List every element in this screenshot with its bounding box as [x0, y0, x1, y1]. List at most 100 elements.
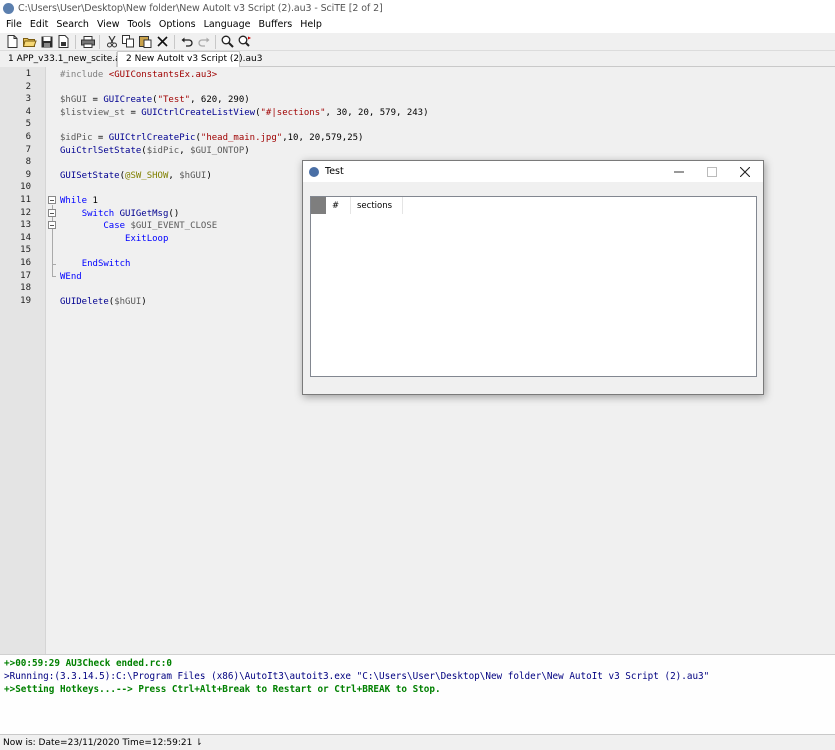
code-line[interactable]: Switch GUIGetMsg() [60, 208, 180, 221]
code-token: $hGUI [179, 170, 207, 181]
code-line[interactable]: GUIDelete($hGUI) [60, 296, 147, 309]
code-token: , 620, 290) [190, 95, 250, 106]
menu-tools[interactable]: Tools [124, 19, 155, 30]
status-bar: Now is: Date=23/11/2020 Time=12:59:21 ⇂ [0, 734, 835, 750]
print-icon[interactable] [79, 34, 96, 50]
column-header-number[interactable]: # [326, 197, 351, 214]
save-icon[interactable] [38, 34, 55, 50]
menu-help[interactable]: Help [296, 19, 326, 30]
delete-icon[interactable] [154, 34, 171, 50]
menu-buffers[interactable]: Buffers [254, 19, 296, 30]
code-token: GUIDelete [60, 296, 109, 307]
code-token: WEnd [60, 271, 82, 282]
toolbar-separator [174, 34, 175, 49]
cut-icon[interactable] [103, 34, 120, 50]
code-line[interactable]: ExitLoop [60, 233, 168, 246]
code-token: () [168, 208, 180, 219]
menu-options[interactable]: Options [155, 19, 200, 30]
tab-new-autoit-script[interactable]: 2 New AutoIt v3 Script (2).au3 [117, 51, 262, 68]
redo-icon[interactable] [195, 34, 212, 50]
maximize-button[interactable] [696, 161, 728, 182]
menu-view[interactable]: View [93, 19, 124, 30]
code-token: GUISetState [60, 170, 120, 181]
menu-file[interactable]: File [2, 19, 26, 30]
paste-icon[interactable] [137, 34, 154, 50]
fold-toggle-while[interactable] [48, 196, 56, 204]
code-line[interactable]: WEnd [60, 271, 82, 284]
code-token: "Test" [157, 95, 191, 106]
toolbar-separator [99, 34, 100, 49]
undo-icon[interactable] [178, 34, 195, 50]
code-token: GuiCtrlSetState [60, 145, 142, 156]
save-as-icon[interactable] [55, 34, 72, 50]
code-line[interactable]: GuiCtrlSetState($idPic, $GUI_ONTOP) [60, 145, 250, 158]
line-number: 15 [20, 245, 31, 256]
menu-edit[interactable]: Edit [26, 19, 52, 30]
code-token: EndSwitch [81, 259, 131, 269]
output-line: +>00:59:29 AU3Check ended.rc:0 [4, 658, 172, 669]
line-number: 2 [25, 81, 31, 92]
test-gui-window[interactable]: Test # sections [302, 160, 764, 395]
fold-end-switch [52, 264, 56, 265]
line-number: 14 [20, 232, 31, 243]
minimize-button[interactable] [663, 161, 695, 182]
line-number: 6 [25, 132, 31, 142]
menu-search[interactable]: Search [52, 19, 93, 30]
line-number: 3 [25, 94, 31, 105]
code-token: Switch [81, 208, 115, 219]
line-number: 9 [25, 169, 31, 180]
new-file-icon[interactable] [4, 34, 21, 50]
code-token: $hGUI [114, 296, 142, 307]
code-token: , [179, 145, 191, 156]
find-icon[interactable] [219, 34, 236, 50]
line-number: 18 [20, 283, 31, 294]
code-token: $hGUI [60, 95, 88, 106]
line-number: 4 [25, 106, 31, 117]
code-token: "head_main.jpg" [200, 133, 283, 143]
code-token: $idPic [60, 133, 93, 143]
code-line[interactable]: EndSwitch [60, 258, 131, 271]
line-number: 11 [20, 195, 31, 205]
code-token: ) [244, 145, 250, 156]
code-line[interactable]: Case $GUI_EVENT_CLOSE [60, 220, 217, 233]
status-text: Now is: Date=23/11/2020 Time=12:59:21 ⇂ [3, 737, 203, 748]
code-token: ,10, 20,579,25) [282, 133, 364, 143]
fold-end-wend [52, 276, 56, 277]
head-main-picture [311, 197, 326, 214]
scite-app-icon [3, 2, 14, 14]
title-bar: C:\Users\User\Desktop\New folder\New Aut… [0, 0, 835, 16]
menu-language[interactable]: Language [200, 19, 255, 30]
code-token: = [92, 133, 109, 143]
sections-listview[interactable]: # sections [310, 196, 757, 377]
tab-app-v33[interactable]: 1 APP_v33.1_new_scite.au3 [0, 52, 132, 67]
fold-toggle-switch[interactable] [48, 209, 56, 217]
code-line[interactable]: While 1 [60, 195, 98, 208]
code-line[interactable]: #include <GUIConstantsEx.au3> [60, 69, 217, 82]
copy-icon[interactable] [120, 34, 137, 50]
code-token: = [87, 95, 104, 106]
code-line[interactable]: $idPic = GUICtrlCreatePic("head_main.jpg… [60, 132, 363, 145]
open-folder-icon[interactable] [21, 34, 38, 50]
code-token: $GUI_EVENT_CLOSE [130, 221, 218, 232]
code-token: GUICtrlCreateListView [141, 107, 256, 118]
autoit-icon [309, 166, 319, 177]
code-line[interactable]: GUISetState(@SW_SHOW, $hGUI) [60, 170, 212, 183]
fold-toggle-case[interactable] [48, 221, 56, 229]
buffer-tabs: 1 APP_v33.1_new_scite.au3 2 New AutoIt v… [0, 51, 835, 68]
output-pane[interactable]: +>00:59:29 AU3Check ended.rc:0 >Running:… [0, 654, 835, 734]
column-header-sections[interactable]: sections [351, 197, 403, 214]
code-token: , 30, 20, 579, 243) [325, 107, 429, 118]
code-line[interactable]: $hGUI = GUICreate("Test", 620, 290) [60, 94, 250, 107]
line-number: 13 [20, 220, 31, 231]
line-number: 10 [20, 182, 31, 193]
replace-icon[interactable] [236, 34, 253, 50]
code-token: GUIGetMsg [119, 208, 169, 219]
line-number: 8 [25, 157, 31, 168]
menu-bar: File Edit Search View Tools Options Lang… [0, 16, 835, 33]
close-button[interactable] [729, 161, 761, 182]
fold-margin [47, 67, 57, 654]
code-token: Case [103, 221, 126, 232]
code-line[interactable]: $listview_st = GUICtrlCreateListView("#|… [60, 107, 429, 120]
